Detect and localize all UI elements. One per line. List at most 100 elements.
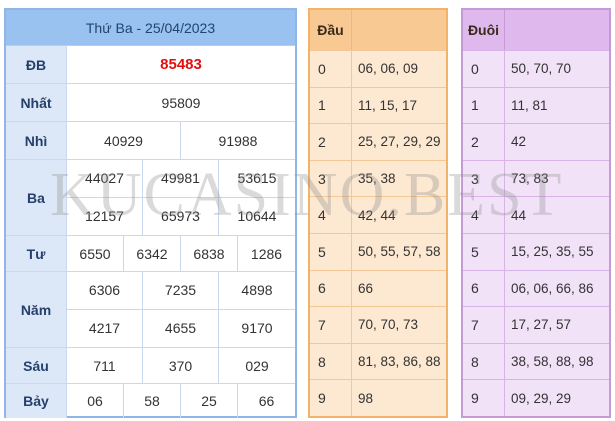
duoi-title: Đuôi xyxy=(463,10,505,50)
prize-label: Nhì xyxy=(6,122,67,159)
table-row: 8 38, 58, 88, 98 xyxy=(463,342,609,380)
table-row: 0 06, 06, 09 xyxy=(310,50,446,87)
table-row: 5 15, 25, 35, 55 xyxy=(463,232,609,270)
prize-number: 58 xyxy=(124,384,181,418)
digit-values: 06, 06, 09 xyxy=(358,61,419,77)
digit-values: 42 xyxy=(511,134,527,150)
digit-values: 06, 06, 66, 86 xyxy=(511,280,594,296)
prize-number: 6838 xyxy=(181,236,238,271)
prize-number: 40929 xyxy=(67,122,181,159)
table-row: 6 66 xyxy=(310,269,446,307)
table-row: 7 17, 27, 57 xyxy=(463,306,609,343)
prize-number: 6342 xyxy=(124,236,181,271)
prize-number: 44027 xyxy=(67,160,143,198)
digit-values: 11, 15, 17 xyxy=(358,97,418,113)
table-row: 2 25, 27, 29, 29 xyxy=(310,123,446,160)
dau-header: Đầu xyxy=(310,10,446,50)
table-row: 9 09, 29, 29 xyxy=(463,379,609,416)
digit-values: 66 xyxy=(358,280,374,296)
digit-values: 35, 38 xyxy=(358,171,396,187)
digit-key: 2 xyxy=(463,124,505,160)
prize-number: 4217 xyxy=(67,309,143,347)
prize-number: 1286 xyxy=(250,245,283,262)
prize-row-first: Nhất 95809 xyxy=(6,84,295,122)
digit-values: 11, 81 xyxy=(511,97,548,113)
table-row: 1 11, 81 xyxy=(463,86,609,124)
results-date-title: Thứ Ba - 25/04/2023 xyxy=(6,10,295,46)
digit-values: 09, 29, 29 xyxy=(511,390,572,406)
prize-row-fifth: Năm 6306 7235 4898 4217 4655 9170 xyxy=(6,272,295,348)
digit-values: 98 xyxy=(358,390,374,406)
table-row: 2 42 xyxy=(463,123,609,160)
digit-key: 0 xyxy=(310,51,352,87)
prize-number: 25 xyxy=(181,384,238,418)
digit-values: 73, 83 xyxy=(511,171,549,187)
duoi-header: Đuôi xyxy=(463,10,609,50)
digit-key: 9 xyxy=(463,380,505,416)
table-row: 9 98 xyxy=(310,379,446,416)
prize-number: 12157 xyxy=(67,197,143,235)
digit-values: 70, 70, 73 xyxy=(358,317,419,333)
table-row: 1 11, 15, 17 xyxy=(310,86,446,124)
prize-label: Sáu xyxy=(6,348,67,383)
prize-number: 10644 xyxy=(237,208,277,225)
digit-values: 81, 83, 86, 88 xyxy=(358,354,441,370)
prize-row-second: Nhì 40929 91988 xyxy=(6,122,295,160)
prize-row-special: ĐB 85483 xyxy=(6,46,295,84)
prize-label: Ba xyxy=(6,160,67,235)
prize-number: 370 xyxy=(143,348,219,383)
table-row: 4 44 xyxy=(463,196,609,233)
prize-label: Bảy xyxy=(6,384,67,418)
prize-number: 6550 xyxy=(67,236,124,271)
digit-key: 3 xyxy=(310,160,352,197)
digit-key: 6 xyxy=(463,270,505,307)
prize-row-seventh: Bảy 06 58 25 66 xyxy=(6,384,295,418)
digit-values: 25, 27, 29, 29 xyxy=(358,134,441,150)
dau-table: Đầu 0 06, 06, 09 1 11, 15, 17 2 25, 27, 29,… xyxy=(308,8,448,418)
digit-values: 17, 27, 57 xyxy=(511,317,572,333)
digit-key: 4 xyxy=(310,197,352,233)
digit-key: 0 xyxy=(463,51,505,87)
digit-values: 42, 44 xyxy=(358,207,396,223)
table-row: 4 42, 44 xyxy=(310,196,446,233)
digit-values: 50, 55, 57, 58 xyxy=(358,244,441,260)
prize-number: 711 xyxy=(67,348,143,383)
prize-label: ĐB xyxy=(6,46,67,83)
table-row: 6 06, 06, 66, 86 xyxy=(463,269,609,307)
digit-key: 7 xyxy=(310,307,352,343)
prize-number: 06 xyxy=(67,384,124,418)
digit-key: 7 xyxy=(463,307,505,343)
prize-number: 85483 xyxy=(160,56,202,73)
digit-key: 1 xyxy=(463,87,505,124)
digit-values: 50, 70, 70 xyxy=(511,61,572,77)
digit-values: 44 xyxy=(511,207,527,223)
digit-key: 3 xyxy=(463,160,505,197)
table-row: 7 70, 70, 73 xyxy=(310,306,446,343)
digit-key: 8 xyxy=(310,343,352,380)
prize-label: Năm xyxy=(6,272,67,347)
digit-key: 4 xyxy=(463,197,505,233)
prize-row-sixth: Sáu 711 370 029 xyxy=(6,348,295,384)
prize-number: 95809 xyxy=(161,94,201,111)
prize-row-third: Ba 44027 49981 53615 12157 65973 10644 xyxy=(6,160,295,236)
digit-key: 5 xyxy=(310,233,352,270)
table-row: 5 50, 55, 57, 58 xyxy=(310,232,446,270)
digit-key: 8 xyxy=(463,343,505,380)
prize-label: Tư xyxy=(6,236,67,271)
prize-number: 53615 xyxy=(219,160,295,198)
prize-number: 4655 xyxy=(143,309,219,347)
table-row: 8 81, 83, 86, 88 xyxy=(310,342,446,380)
table-row: 3 73, 83 xyxy=(463,159,609,197)
digit-key: 1 xyxy=(310,87,352,124)
prize-number: 029 xyxy=(245,357,269,374)
duoi-table: Đuôi 0 50, 70, 70 1 11, 81 2 42 3 73, 83 4 44… xyxy=(461,8,611,418)
digit-key: 9 xyxy=(310,380,352,416)
prize-number: 4898 xyxy=(219,272,295,310)
table-row: 3 35, 38 xyxy=(310,159,446,197)
prize-row-fourth: Tư 6550 6342 6838 1286 xyxy=(6,236,295,272)
prize-number: 7235 xyxy=(143,272,219,310)
prize-number: 49981 xyxy=(143,160,219,198)
digit-values: 15, 25, 35, 55 xyxy=(511,244,594,260)
digit-key: 6 xyxy=(310,270,352,307)
dau-title: Đầu xyxy=(310,10,352,50)
